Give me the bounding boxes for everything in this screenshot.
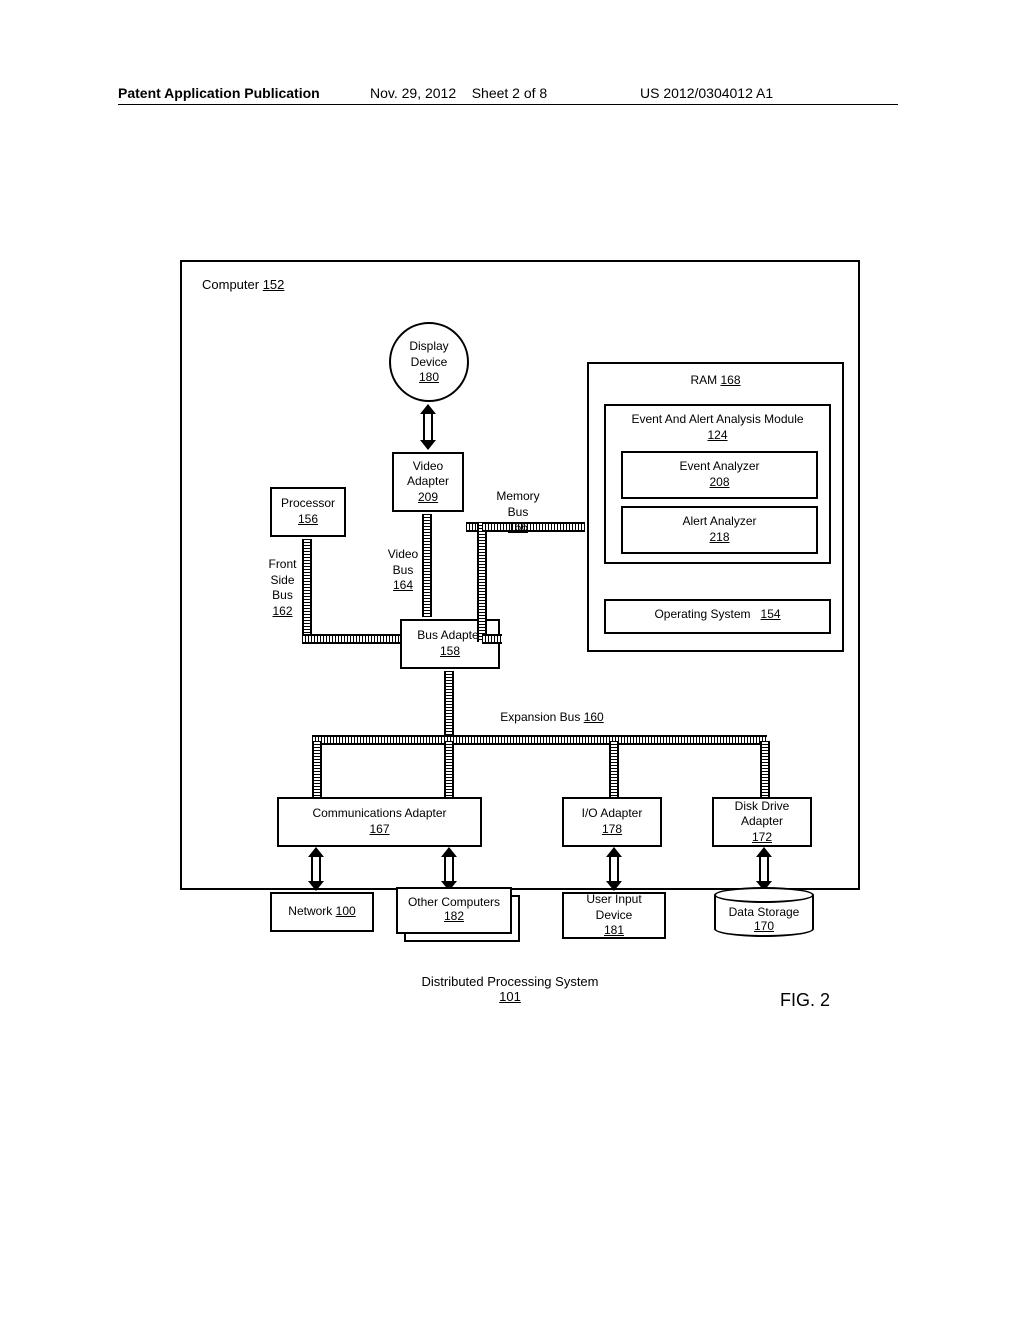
cylinder-top (714, 887, 814, 903)
header-publication: Patent Application Publication (118, 85, 320, 101)
figure-label: FIG. 2 (780, 990, 830, 1011)
expansion-bus-label: Expansion Bus 160 (482, 710, 622, 726)
dps-caption: Distributed Processing System 101 (410, 974, 610, 1004)
video-bus-label: Video Bus 164 (378, 547, 428, 594)
other-computers-label: Other Computers (398, 895, 510, 909)
comm-adapter-block: Communications Adapter 167 (277, 797, 482, 847)
user-input-label: User Input Device (567, 892, 661, 923)
video-adapter-label: Video Adapter (397, 459, 459, 490)
memory-bus-v (477, 522, 487, 642)
exp-bus-v1 (444, 671, 454, 741)
memory-bus-to-busadapter (482, 634, 502, 644)
user-input-ref: 181 (604, 923, 624, 939)
eaa-module-label: Event And Alert Analysis Module (606, 412, 829, 428)
exp-bus-h (312, 735, 767, 745)
eaa-module-ref: 124 (606, 428, 829, 444)
video-adapter-ref: 209 (418, 490, 438, 506)
expansion-bus-text: Expansion Bus (500, 710, 580, 724)
disk-adapter-block: Disk Drive Adapter 172 (712, 797, 812, 847)
os-block: Operating System 154 (604, 599, 831, 634)
disk-adapter-ref: 172 (752, 830, 772, 846)
memory-bus-ref: 166 (488, 520, 548, 536)
diagram: Computer 152 Display Device 180 Video Ad… (100, 140, 920, 1200)
alert-analyzer-label: Alert Analyzer (623, 514, 816, 530)
alert-analyzer-block: Alert Analyzer 218 (621, 506, 818, 554)
data-storage-block: Data Storage 170 (714, 887, 814, 942)
network-ref: 100 (336, 904, 356, 918)
display-device-ref: 180 (391, 370, 467, 386)
event-analyzer-block: Event Analyzer 208 (621, 451, 818, 499)
front-side-bus-ref: 162 (260, 604, 305, 620)
arrow-disk-to-storage (758, 847, 770, 891)
ram-ref: 168 (720, 373, 740, 387)
computer-ref: 152 (263, 277, 285, 292)
exp-bus-drop-io (609, 741, 619, 797)
memory-bus-text: Memory Bus (488, 489, 548, 520)
ram-title: RAM 168 (690, 373, 740, 389)
header-sheet: Sheet 2 of 8 (472, 85, 548, 101)
header-date: Nov. 29, 2012 (370, 85, 456, 101)
computer-label-text: Computer (202, 277, 259, 292)
io-adapter-label: I/O Adapter (582, 806, 643, 822)
display-device-label: Display Device (391, 339, 467, 370)
eaa-module-block: Event And Alert Analysis Module 124 Even… (604, 404, 831, 564)
network-label: Network (288, 904, 332, 918)
comm-adapter-label: Communications Adapter (312, 806, 446, 822)
header-date-sheet: Nov. 29, 2012 Sheet 2 of 8 (370, 85, 547, 101)
bus-adapter-label: Bus Adapter (417, 628, 482, 644)
comm-adapter-ref: 167 (369, 822, 389, 838)
ram-block: RAM 168 Event And Alert Analysis Module … (587, 362, 844, 652)
disk-adapter-label: Disk Drive Adapter (717, 799, 807, 830)
event-analyzer-label: Event Analyzer (623, 459, 816, 475)
arrow-display-to-video (422, 404, 434, 450)
memory-bus-label: Memory Bus 166 (488, 489, 548, 536)
display-device-block: Display Device 180 (389, 322, 469, 402)
header-rule (118, 104, 898, 105)
network-block: Network 100 (270, 892, 374, 932)
front-side-bus-h (302, 634, 400, 644)
exp-bus-drop-comm2 (444, 741, 454, 797)
other-computers-front: Other Computers 182 (396, 887, 512, 934)
data-storage-ref: 170 (716, 919, 812, 933)
processor-block: Processor 156 (270, 487, 346, 537)
computer-block: Computer 152 Display Device 180 Video Ad… (180, 260, 860, 890)
dps-ref: 101 (410, 989, 610, 1004)
other-computers-ref: 182 (398, 909, 510, 923)
arrow-comm-to-network (310, 847, 322, 891)
front-side-bus-text: Front Side Bus (260, 557, 305, 604)
processor-label: Processor (281, 496, 335, 512)
arrow-comm-to-others (443, 847, 455, 891)
os-label: Operating System (654, 607, 750, 621)
exp-bus-drop-comm1 (312, 741, 322, 797)
exp-bus-drop-disk (760, 741, 770, 797)
arrow-io-to-userinput (608, 847, 620, 891)
dps-label: Distributed Processing System (410, 974, 610, 989)
front-side-bus-label: Front Side Bus 162 (260, 557, 305, 619)
processor-ref: 156 (298, 512, 318, 528)
io-adapter-block: I/O Adapter 178 (562, 797, 662, 847)
os-ref: 154 (761, 607, 781, 621)
video-adapter-block: Video Adapter 209 (392, 452, 464, 512)
other-computers-block: Other Computers 182 (396, 887, 520, 942)
user-input-block: User Input Device 181 (562, 892, 666, 939)
video-bus-ref: 164 (378, 578, 428, 594)
computer-label: Computer 152 (202, 277, 284, 292)
bus-adapter-ref: 158 (440, 644, 460, 660)
ram-label: RAM (690, 373, 717, 387)
page: Patent Application Publication Nov. 29, … (0, 0, 1024, 1320)
event-analyzer-ref: 208 (623, 475, 816, 491)
io-adapter-ref: 178 (602, 822, 622, 838)
data-storage-label: Data Storage (716, 905, 812, 919)
alert-analyzer-ref: 218 (623, 530, 816, 546)
header-pubnum: US 2012/0304012 A1 (640, 85, 773, 101)
expansion-bus-ref: 160 (584, 710, 604, 724)
video-bus-text: Video Bus (378, 547, 428, 578)
